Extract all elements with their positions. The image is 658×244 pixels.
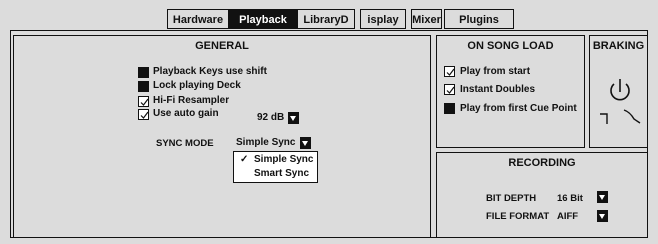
braking-knob-icon[interactable]	[596, 76, 644, 126]
auto-gain-dropdown-icon[interactable]	[288, 112, 299, 124]
bit-depth-label: BIT DEPTH	[486, 193, 537, 204]
bit-depth-dropdown-icon[interactable]	[597, 191, 608, 203]
lock-deck-checkbox[interactable]	[138, 81, 149, 92]
selected-check-icon: ✓	[240, 154, 249, 165]
tab-plugins[interactable]: Plugins	[444, 9, 514, 29]
recording-panel: RECORDING	[436, 152, 648, 238]
instant-doubles-label: Instant Doubles	[460, 84, 536, 95]
sync-option-smart[interactable]: Smart Sync	[234, 167, 317, 181]
recording-title: RECORDING	[508, 157, 576, 169]
file-format-dropdown-icon[interactable]	[597, 210, 608, 222]
braking-panel: BRAKING	[589, 35, 648, 148]
sync-option-simple[interactable]: ✓ Simple Sync	[234, 153, 317, 167]
sync-mode-dropdown-icon[interactable]	[300, 137, 311, 149]
sync-mode-menu: ✓ Simple Sync Smart Sync	[233, 151, 318, 183]
tab-display[interactable]: isplay	[360, 9, 406, 29]
check-icon	[140, 111, 149, 119]
play-from-start-label: Play from start	[460, 66, 531, 77]
play-first-cue-label: Play from first Cue Point	[460, 103, 577, 114]
bit-depth-value: 16 Bit	[557, 193, 583, 204]
auto-gain-checkbox[interactable]	[138, 109, 149, 120]
check-icon	[140, 98, 149, 106]
sync-mode-value[interactable]: Simple Sync	[236, 137, 295, 148]
auto-gain-value: 92 dB	[257, 112, 285, 123]
play-from-start-checkbox[interactable]	[444, 66, 455, 77]
braking-title: BRAKING	[592, 40, 645, 52]
playback-keys-label: Playback Keys use shift	[153, 66, 267, 77]
tab-hardware[interactable]: Hardware	[167, 9, 229, 29]
instant-doubles-checkbox[interactable]	[444, 84, 455, 95]
song-load-title: ON SONG LOAD	[467, 40, 554, 52]
general-title: GENERAL	[195, 40, 249, 52]
file-format-label: FILE FORMAT	[486, 211, 550, 222]
tab-playback[interactable]: Playback	[229, 9, 297, 29]
play-first-cue-checkbox[interactable]	[444, 103, 455, 114]
auto-gain-label: Use auto gain	[153, 108, 219, 119]
tab-library[interactable]: LibraryD	[297, 9, 355, 29]
playback-keys-checkbox[interactable]	[138, 67, 149, 78]
file-format-value: AIFF	[557, 211, 579, 222]
lock-deck-label: Lock playing Deck	[153, 80, 241, 91]
sync-mode-label: SYNC MODE	[156, 138, 214, 149]
tab-mixer[interactable]: Mixer	[411, 9, 442, 29]
hifi-resampler-label: Hi-Fi Resampler	[153, 95, 230, 106]
check-icon	[446, 68, 455, 76]
check-icon	[446, 86, 455, 94]
hifi-resampler-checkbox[interactable]	[138, 96, 149, 107]
